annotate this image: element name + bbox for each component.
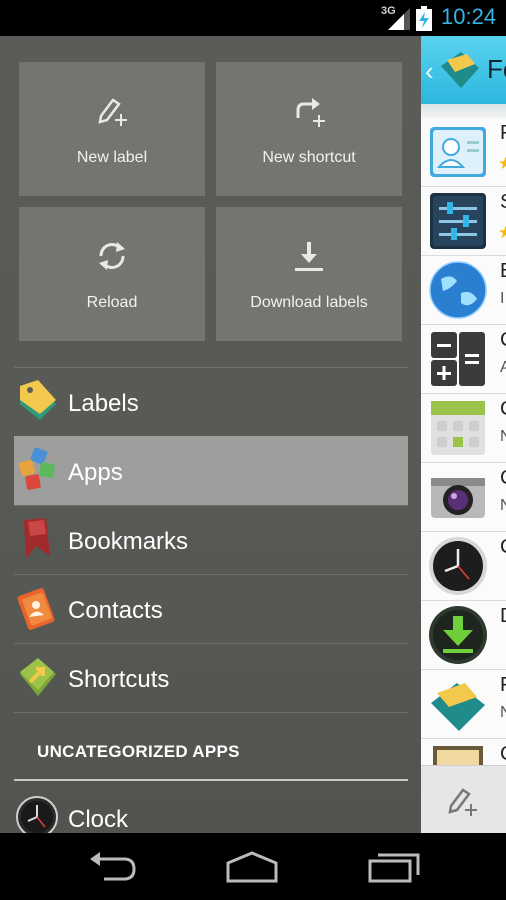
list-item[interactable]: D (421, 601, 506, 670)
shortcuts-icon (20, 658, 56, 696)
new-label-action-button[interactable] (421, 765, 506, 833)
nav-label: Apps (68, 459, 123, 486)
contacts-app-icon (430, 127, 486, 177)
list-item[interactable]: C N (421, 394, 506, 463)
tile-label: New shortcut (262, 149, 356, 166)
calculator-app-icon (431, 332, 485, 386)
app-subtitle: N (500, 497, 506, 514)
app-name: B (500, 260, 506, 283)
camera-app-icon (431, 478, 485, 518)
contacts-icon (17, 588, 55, 630)
status-bar: 3G 10:24 (0, 0, 506, 36)
app-subtitle: I (500, 290, 505, 307)
clock-time: 10:24 (441, 4, 497, 29)
app-name: S (500, 191, 506, 214)
nav-label: Bookmarks (68, 528, 189, 555)
list-item[interactable]: C A (421, 325, 506, 394)
header-shadow (421, 104, 506, 118)
list-item[interactable]: C N (421, 463, 506, 532)
tile-label: New label (76, 149, 148, 166)
app-subtitle: N (500, 428, 506, 445)
app-name: D (500, 605, 506, 628)
divider (14, 712, 408, 713)
clock-app-icon (429, 537, 487, 595)
list-item[interactable]: S ★ (421, 187, 506, 256)
browser-app-icon (429, 261, 487, 319)
bookmarks-icon (24, 518, 50, 558)
nav-label: Labels (68, 390, 139, 417)
new-label-icon (448, 788, 477, 816)
home-icon[interactable] (224, 849, 280, 885)
nav-item-labels[interactable]: Labels (14, 367, 408, 436)
list-item[interactable]: C (421, 532, 506, 601)
nav-item-apps[interactable]: Apps (14, 436, 408, 505)
app-name: P (500, 122, 506, 145)
reload-button[interactable]: Reload (19, 207, 205, 341)
app-name: C (500, 536, 506, 559)
chevron-left-icon[interactable]: ‹ (425, 56, 434, 87)
nav-label: Clock (68, 806, 129, 833)
apps-icon (18, 447, 55, 490)
star-icon: ★ (498, 154, 506, 173)
app-subtitle: A (500, 359, 506, 376)
folder-organizer-app-icon (431, 683, 485, 731)
nav-item-contacts[interactable]: Contacts (14, 574, 408, 643)
folder-organizer-logo-icon[interactable] (437, 46, 483, 92)
reload-icon (99, 242, 125, 270)
tile-label: Download labels (250, 294, 368, 311)
app-name: C (500, 467, 506, 490)
app-name: C (500, 743, 506, 766)
app-list-panel: ‹ Fo P ★ S ★ B (421, 36, 506, 833)
calendar-app-icon (431, 401, 485, 455)
nav-item-bookmarks[interactable]: Bookmarks (14, 505, 408, 574)
system-navigation-bar (0, 833, 506, 900)
list-item[interactable]: B I (421, 256, 506, 325)
signal-icon (388, 8, 410, 30)
app-subtitle: N (500, 704, 506, 721)
download-icon (295, 242, 323, 271)
list-item[interactable]: P ★ (421, 118, 506, 187)
new-label-button[interactable]: New label (19, 62, 205, 196)
nav-item-shortcuts[interactable]: Shortcuts (14, 643, 408, 712)
clock-icon (16, 796, 58, 833)
section-divider (14, 779, 408, 781)
settings-app-icon (430, 193, 486, 249)
section-header-uncategorized: UNCATEGORIZED APPS (37, 742, 240, 761)
app-name: F (500, 674, 506, 697)
labels-icon (20, 380, 56, 420)
action-bar: ‹ Fo (421, 36, 506, 104)
tile-label: Reload (86, 294, 138, 311)
nav-item-clock[interactable]: Clock (14, 790, 408, 833)
nav-label: Contacts (68, 597, 163, 624)
recent-apps-icon[interactable] (366, 849, 422, 885)
new-shortcut-button[interactable]: New shortcut (216, 62, 402, 196)
app-name: C (500, 329, 506, 352)
app-name: C (500, 398, 506, 421)
page-title: Fo (487, 54, 506, 84)
nav-label: Shortcuts (68, 666, 170, 693)
battery-charging-icon (416, 6, 432, 31)
star-icon: ★ (498, 223, 506, 242)
new-label-icon (98, 98, 127, 126)
new-shortcut-icon (296, 98, 325, 127)
download-labels-button[interactable]: Download labels (216, 207, 402, 341)
navigation-drawer: New label New shortcut Reload Download l… (0, 36, 421, 833)
list-item[interactable]: F N (421, 670, 506, 739)
downloads-app-icon (429, 606, 487, 664)
back-icon[interactable] (84, 849, 140, 885)
